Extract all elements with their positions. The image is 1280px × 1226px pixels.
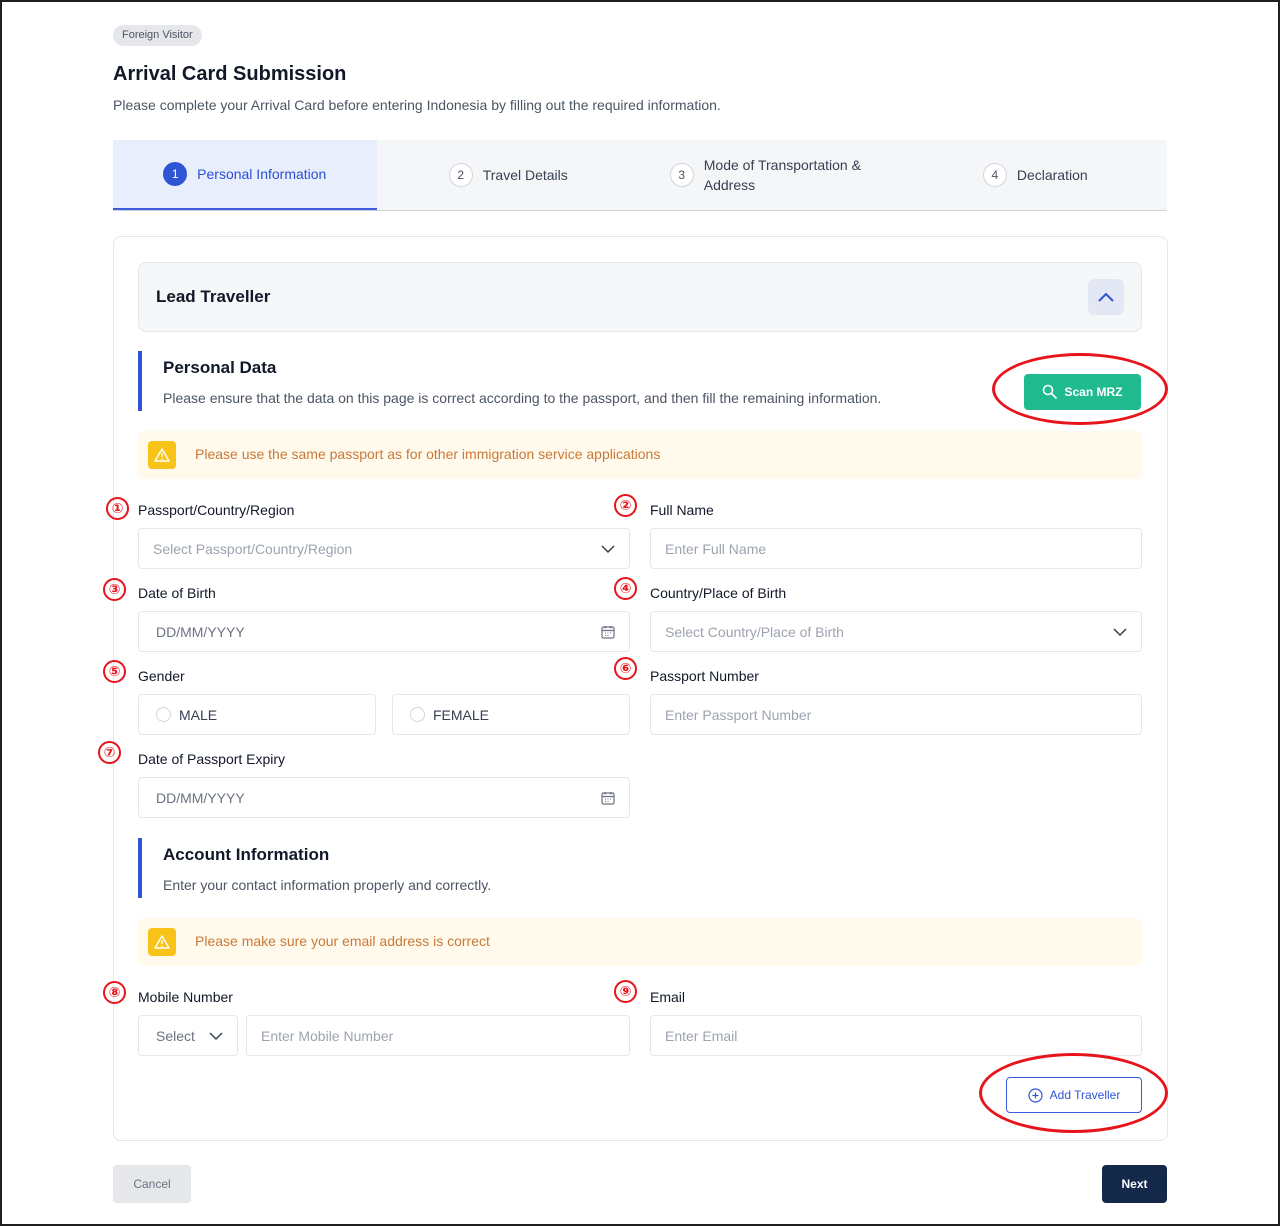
step-mode-of-transportation[interactable]: 3 Mode of Transportation & Address: [640, 140, 904, 210]
annotation-marker: ⑥: [614, 657, 637, 680]
passport-number-input[interactable]: Enter Passport Number: [650, 694, 1142, 735]
mobile-label: Mobile Number: [138, 989, 233, 1005]
account-info-title: Account Information: [163, 845, 330, 864]
chevron-down-icon: [209, 1032, 223, 1041]
mobile-number-input[interactable]: Enter Mobile Number: [246, 1015, 630, 1056]
chevron-up-icon: [1098, 292, 1114, 302]
lead-traveller-header[interactable]: Lead Traveller: [138, 262, 1142, 332]
chevron-down-icon: [601, 545, 615, 554]
warning-text: Please make sure your email address is c…: [195, 933, 490, 949]
page-subtitle: Please complete your Arrival Card before…: [113, 97, 721, 113]
annotation-marker: ⑧: [103, 981, 126, 1004]
personal-data-description: Please ensure that the data on this page…: [163, 390, 882, 406]
email-warning: Please make sure your email address is c…: [138, 918, 1142, 966]
annotation-marker: ⑤: [103, 660, 126, 683]
radio-button[interactable]: [410, 707, 425, 722]
annotation-marker: ⑦: [98, 741, 121, 764]
full-name-input[interactable]: Enter Full Name: [650, 528, 1142, 569]
gender-female-option[interactable]: FEMALE: [392, 694, 630, 735]
step-number: 1: [163, 162, 188, 186]
passport-expiry-input[interactable]: DD/MM/YYYY: [138, 777, 630, 818]
step-label: Mode of Transportation & Address: [703, 157, 861, 193]
birth-place-label: Country/Place of Birth: [650, 585, 787, 601]
annotation-marker: ②: [614, 494, 637, 517]
passport-country-label: Passport/Country/Region: [138, 502, 295, 518]
calendar-icon[interactable]: [601, 625, 615, 639]
passport-expiry-label: Date of Passport Expiry: [138, 751, 286, 767]
warning-text: Please use the same passport as for othe…: [195, 446, 661, 462]
stepper: 1 Personal Information 2 Travel Details …: [113, 140, 1167, 211]
dob-label: Date of Birth: [138, 585, 216, 601]
personal-data-title: Personal Data: [163, 358, 277, 377]
passport-country-select[interactable]: Select Passport/Country/Region: [138, 528, 630, 569]
passport-expiry-placeholder: DD/MM/YYYY: [156, 789, 245, 806]
lead-traveller-title: Lead Traveller: [156, 287, 271, 306]
section-accent-bar: [138, 351, 142, 411]
passport-number-placeholder: Enter Passport Number: [665, 706, 812, 723]
email-input[interactable]: Enter Email: [650, 1015, 1142, 1056]
visitor-type-badge: Foreign Visitor: [113, 25, 202, 46]
annotation-marker: ④: [614, 577, 637, 600]
warning-icon: [148, 928, 176, 956]
step-personal-information[interactable]: 1 Personal Information: [113, 140, 377, 210]
country-code-select[interactable]: Select: [138, 1015, 238, 1056]
gender-option-label: FEMALE: [433, 706, 490, 723]
gender-label: Gender: [138, 668, 185, 684]
chevron-down-icon: [1113, 628, 1127, 637]
email-placeholder: Enter Email: [665, 1027, 738, 1044]
step-label: Personal Information: [197, 166, 327, 182]
calendar-icon[interactable]: [601, 791, 615, 805]
step-declaration[interactable]: 4 Declaration: [904, 140, 1168, 210]
annotation-marker: ⑨: [614, 980, 637, 1003]
step-number: 3: [669, 163, 694, 187]
section-accent-bar: [138, 838, 142, 898]
birth-place-select[interactable]: Select Country/Place of Birth: [650, 611, 1142, 652]
annotation-ellipse: [979, 1053, 1168, 1133]
email-label: Email: [650, 989, 686, 1005]
full-name-label: Full Name: [650, 502, 714, 518]
step-number: 2: [448, 163, 473, 187]
annotation-ellipse: [992, 353, 1168, 425]
full-name-placeholder: Enter Full Name: [665, 540, 767, 557]
warning-icon: [148, 441, 176, 469]
next-button[interactable]: Next: [1102, 1165, 1167, 1203]
passport-country-placeholder: Select Passport/Country/Region: [153, 540, 353, 557]
passport-number-label: Passport Number: [650, 668, 759, 684]
step-number: 4: [982, 163, 1007, 187]
annotation-marker: ③: [103, 578, 126, 601]
gender-option-label: MALE: [179, 706, 218, 723]
birth-place-placeholder: Select Country/Place of Birth: [665, 623, 844, 640]
dob-input[interactable]: DD/MM/YYYY: [138, 611, 630, 652]
passport-warning: Please use the same passport as for othe…: [138, 431, 1142, 479]
cancel-button[interactable]: Cancel: [113, 1165, 191, 1203]
gender-male-option[interactable]: MALE: [138, 694, 376, 735]
step-travel-details[interactable]: 2 Travel Details: [377, 140, 641, 210]
step-label: Declaration: [1016, 167, 1088, 183]
mobile-number-placeholder: Enter Mobile Number: [261, 1027, 394, 1044]
step-label: Travel Details: [482, 167, 568, 183]
country-code-placeholder: Select: [156, 1027, 195, 1044]
dob-placeholder: DD/MM/YYYY: [156, 623, 245, 640]
page-title: Arrival Card Submission: [113, 63, 347, 85]
account-info-description: Enter your contact information properly …: [163, 877, 492, 893]
annotation-marker: ①: [106, 497, 129, 520]
radio-button[interactable]: [156, 707, 171, 722]
collapse-button[interactable]: [1088, 279, 1124, 315]
